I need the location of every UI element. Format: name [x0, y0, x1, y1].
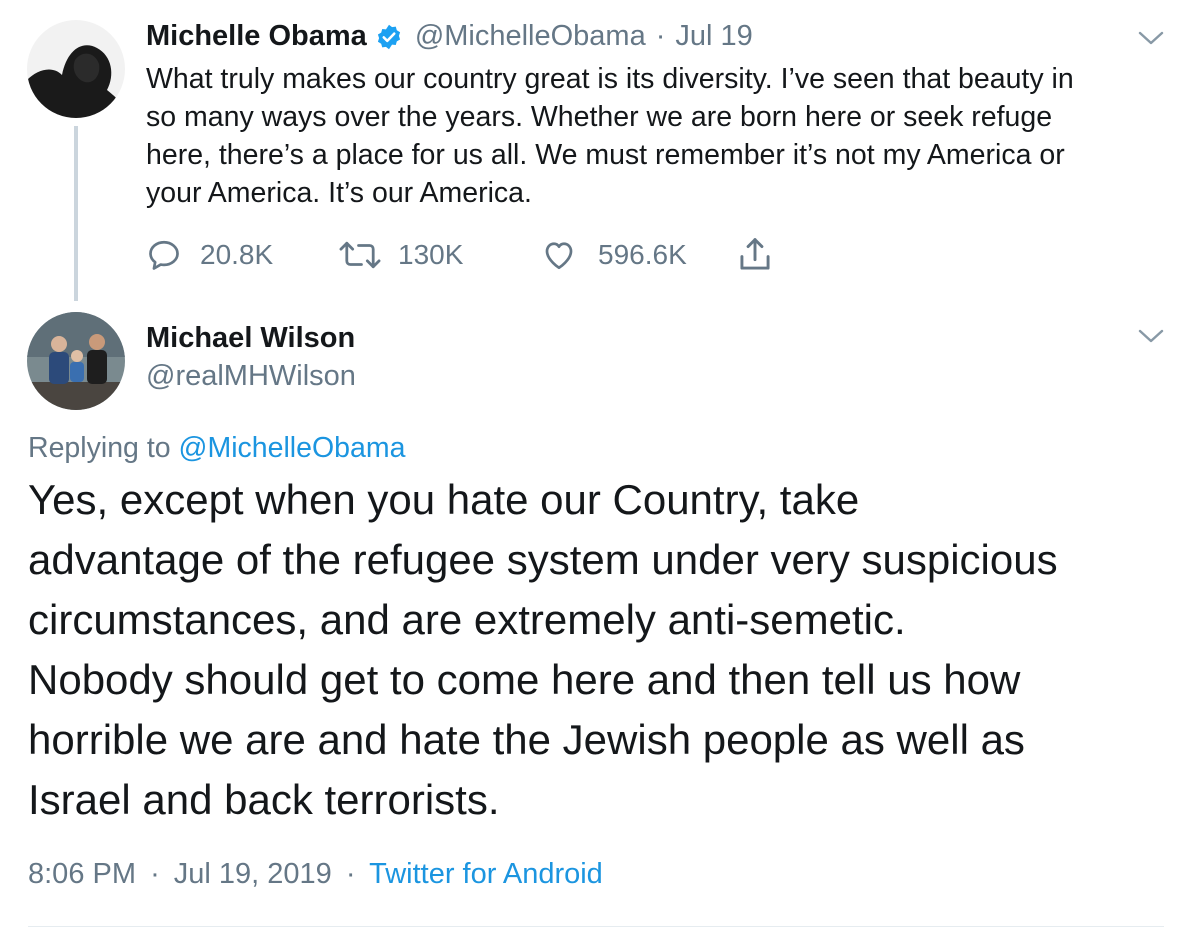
- share-button[interactable]: [736, 232, 774, 278]
- author-name[interactable]: Michael Wilson: [146, 322, 355, 355]
- tweet-date[interactable]: Jul 19, 2019: [174, 858, 332, 890]
- tweet-text-line: horrible we are and hate the Jewish peop…: [28, 716, 1025, 763]
- tweet-text-line: What truly makes our country great is it…: [146, 63, 1074, 95]
- divider: [28, 926, 1164, 927]
- tweet-text-line: Nobody should get to come here and then …: [28, 656, 1021, 703]
- tweet-date[interactable]: Jul 19: [675, 20, 752, 53]
- tweet-text-line: Yes, except when you hate our Country, t…: [28, 476, 860, 523]
- separator: ·: [345, 858, 356, 890]
- separator: ·: [655, 20, 666, 52]
- replying-to-link[interactable]: @MichelleObama: [179, 432, 406, 464]
- tweet-text-line: Israel and back terrorists.: [28, 776, 500, 823]
- author-handle[interactable]: @MichelleObama: [415, 20, 646, 53]
- like-count: 596.6K: [598, 239, 687, 270]
- replying-to-label: Replying to: [28, 432, 171, 464]
- like-icon: [545, 242, 573, 270]
- verified-badge-icon: [375, 23, 403, 51]
- avatar-image: [27, 20, 125, 118]
- retweet-icon: [339, 241, 381, 269]
- tweet-text-line: your America. It’s our America.: [146, 177, 532, 209]
- share-icon: [740, 238, 770, 270]
- reply-icon: [149, 240, 179, 270]
- tweet-text-line: here, there’s a place for us all. We mus…: [146, 139, 1065, 171]
- avatar-michelle-obama[interactable]: [27, 20, 125, 118]
- thread-line: [74, 126, 78, 301]
- retweet-count: 130K: [398, 239, 464, 270]
- author-handle[interactable]: @realMHWilson: [146, 360, 356, 393]
- tweet-text: Yes, except when you hate our Country, t…: [28, 470, 1188, 830]
- reply-button[interactable]: 20.8K: [146, 232, 273, 278]
- reply-count: 20.8K: [200, 239, 274, 270]
- chevron-down-icon[interactable]: [1136, 326, 1166, 346]
- like-button[interactable]: 596.6K: [540, 232, 687, 278]
- avatar-image: [27, 312, 125, 410]
- tweet-text: What truly makes our country great is it…: [146, 60, 1176, 212]
- retweet-button[interactable]: 130K: [338, 232, 463, 278]
- tweet-text-line: advantage of the refugee system under ve…: [28, 536, 1058, 583]
- tweet-text-line: so many ways over the years. Whether we …: [146, 101, 1053, 133]
- author-name[interactable]: Michelle Obama: [146, 20, 367, 53]
- tweet-source-link[interactable]: Twitter for Android: [369, 858, 603, 890]
- tweet-time[interactable]: 8:06 PM: [28, 858, 136, 890]
- tweet-meta: 8:06 PM · Jul 19, 2019 · Twitter for And…: [28, 858, 603, 891]
- tweet-text-line: circumstances, and are extremely anti-se…: [28, 596, 906, 643]
- avatar-michael-wilson[interactable]: [27, 312, 125, 410]
- chevron-down-icon[interactable]: [1136, 28, 1166, 48]
- replying-to: Replying to @MichelleObama: [28, 432, 405, 465]
- separator: ·: [150, 858, 160, 890]
